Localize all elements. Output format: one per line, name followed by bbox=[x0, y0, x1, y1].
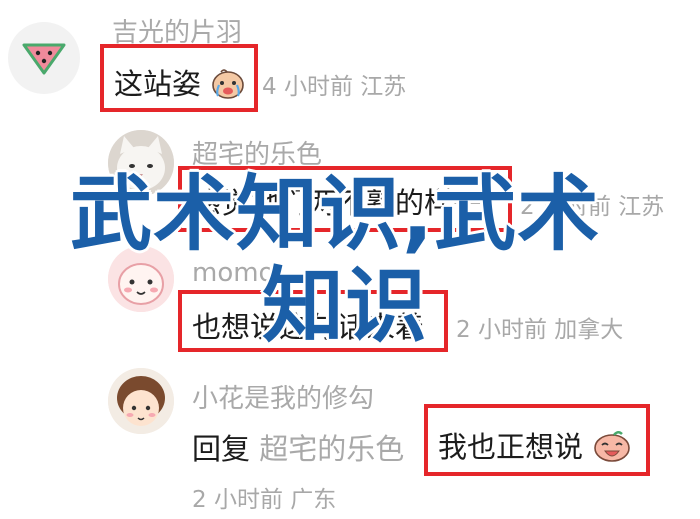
reply-to-name[interactable]: 超宅的乐色 bbox=[259, 432, 404, 466]
comment-text: 这站姿 bbox=[114, 61, 246, 107]
comment-meta: 4 小时前 江苏 bbox=[262, 74, 407, 100]
comment-text-content: 我也正想说 bbox=[438, 430, 584, 464]
comment-text: 我也正想说 bbox=[438, 424, 632, 470]
comment-meta: 2 小时前 广东 bbox=[192, 487, 337, 513]
watermark-line-2: 知识 bbox=[262, 259, 429, 354]
watermark-line-1: 武术知识,武术 bbox=[70, 167, 601, 262]
cartoon-girl-avatar bbox=[108, 368, 174, 434]
reply-label[interactable]: 回复 bbox=[192, 432, 250, 466]
commenter-name[interactable]: 小花是我的修勾 bbox=[192, 378, 374, 415]
avatar-watermelon[interactable] bbox=[8, 22, 80, 94]
laughing-face-icon bbox=[592, 429, 632, 470]
comment-meta: 2 小时前 加拿大 bbox=[456, 317, 624, 343]
avatar-girl[interactable] bbox=[108, 368, 174, 434]
reply-line: 回复 超宅的乐色 bbox=[192, 426, 404, 468]
comment-text-content: 这站姿 bbox=[114, 67, 202, 101]
crying-face-icon bbox=[210, 66, 246, 107]
watermelon-icon bbox=[22, 43, 66, 75]
